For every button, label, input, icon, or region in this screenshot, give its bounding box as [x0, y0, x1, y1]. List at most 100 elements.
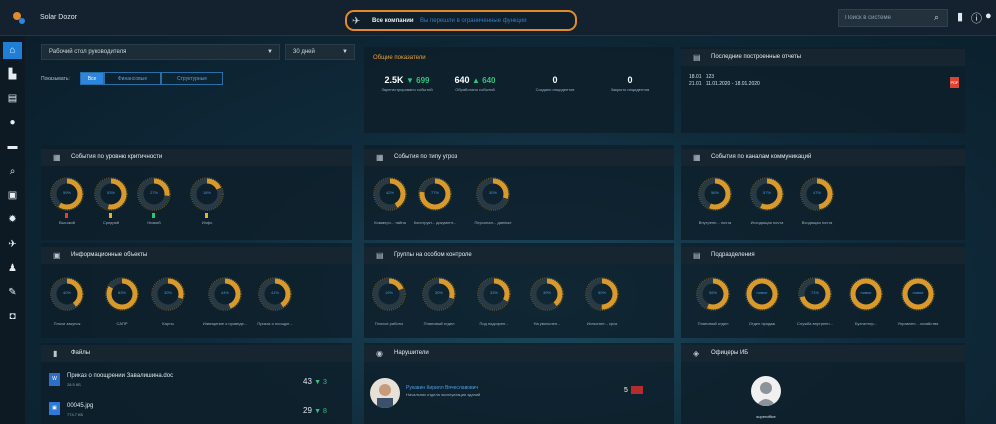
violator-name[interactable]: Рукавин Кирилл Вячеславович	[406, 385, 478, 391]
document-icon[interactable]: ▮	[957, 10, 963, 23]
donut-percent: 47%	[812, 190, 821, 195]
donut-label: Бухгалтер...	[854, 321, 878, 326]
donut-percent: 33%	[489, 290, 498, 295]
file-name[interactable]: 00045.jpg	[67, 403, 93, 409]
file-icon: ▮	[53, 349, 58, 358]
donut-label: Входящая почта	[801, 220, 833, 225]
report-name: 11.01.2020 - 18.01.2020	[705, 81, 760, 87]
donut-chart[interactable]: 44%	[208, 277, 242, 311]
kpi-value: 640	[454, 75, 470, 85]
donut-chart[interactable]: 71%	[798, 277, 832, 311]
word-doc-icon: W	[49, 373, 60, 386]
globe-icon: ●	[9, 117, 16, 128]
donut-chart[interactable]: 30%	[422, 277, 456, 311]
departments-header: ▤ Подразделения	[681, 247, 965, 264]
donut-percent: новое	[912, 290, 924, 295]
avatar[interactable]	[370, 378, 400, 408]
period-select[interactable]: 30 дней ▼	[285, 44, 355, 60]
chart-icon: ▦	[376, 153, 384, 162]
donut-chart[interactable]: 42%	[373, 177, 407, 211]
files-header: ▮ Файлы	[41, 345, 352, 362]
sidebar-item-policies[interactable]: ✎	[3, 284, 22, 301]
donut-chart[interactable]: 77%	[418, 177, 452, 211]
company-selector[interactable]: ✈ Все компании Вы перешли в ограниченные…	[345, 10, 577, 31]
donut-chart[interactable]: 59%	[50, 177, 84, 211]
kpi-title: Общие показатели	[373, 55, 426, 61]
sidebar-item-archive[interactable]: ◘	[3, 308, 22, 325]
donut-percent: 30%	[488, 190, 497, 195]
user-icon[interactable]: ●	[985, 10, 992, 22]
donut-percent: 53%	[106, 190, 115, 195]
user-icon: ♟	[8, 263, 17, 274]
donut-label: Приказ о поощре...	[257, 321, 293, 326]
file-count-value: 29	[303, 406, 312, 415]
sidebar-item-persons[interactable]: ▤	[3, 90, 22, 107]
search-input[interactable]	[839, 10, 929, 26]
sidebar-item-search[interactable]: ⌕	[3, 163, 22, 180]
report-row[interactable]: 21.01 11.01.2020 - 18.01.2020	[689, 81, 760, 87]
donut-chart[interactable]: 33%	[477, 277, 511, 311]
donut-chart[interactable]: новое	[849, 277, 883, 311]
donut-chart[interactable]: 30%	[476, 177, 510, 211]
top-bar: Solar Dozor ✈ Все компании Вы перешли в …	[0, 0, 996, 36]
donut-label: Конструкт... документ...	[413, 220, 457, 225]
restricted-mode-link[interactable]: Вы перешли в ограниченные функции	[420, 18, 527, 24]
satellite-icon: ✈	[352, 16, 361, 27]
donut-chart[interactable]: новое	[901, 277, 935, 311]
donut-chart[interactable]: 30%	[151, 277, 185, 311]
donut-percent: 71%	[810, 290, 819, 295]
kpi-processed: 640 ▲ 640 Обработано событий	[441, 75, 509, 92]
donut-chart[interactable]: 50%	[585, 277, 619, 311]
sidebar-item-web[interactable]: ●	[3, 114, 22, 131]
filter-structural[interactable]: Структурные	[161, 72, 223, 85]
help-icon[interactable]: ⓘ	[971, 10, 982, 26]
donut-chart[interactable]: 83%	[105, 277, 139, 311]
company-name[interactable]: Все компании	[372, 18, 414, 24]
donut-chart[interactable]: 40%	[50, 277, 84, 311]
file-count: 43 ▼ 3	[303, 377, 327, 386]
mail-icon: ▣	[7, 190, 18, 201]
report-row[interactable]: 18.01 123	[689, 74, 714, 80]
filter-label: Показывать:	[41, 76, 70, 82]
donut-chart[interactable]: 41%	[258, 277, 292, 311]
file-name[interactable]: Приказ о поощрении Завалишина.doc	[67, 373, 173, 379]
search-icon[interactable]: ⌕	[934, 12, 939, 23]
donut-label: Испытате... срок	[586, 321, 618, 326]
donut-label: Отдел продаж	[748, 321, 776, 326]
logo-icon[interactable]	[10, 9, 28, 27]
sidebar-item-monitor[interactable]: ▬	[3, 138, 22, 155]
donut-percent: новое	[860, 290, 872, 295]
sidebar-item-transfer[interactable]: ✈	[3, 236, 22, 253]
sidebar-item-home[interactable]: ⌂	[3, 42, 22, 59]
filter-financial[interactable]: Финансовые	[104, 72, 161, 85]
kpi-incidents-created: 0 Создано инцидентов	[521, 75, 589, 92]
search-icon: ⌕	[9, 166, 16, 177]
sidebar-item-settings[interactable]: ✹	[3, 211, 22, 228]
donut-chart[interactable]: 57%	[750, 177, 784, 211]
chart-icon: ▦	[53, 153, 61, 162]
donut-chart[interactable]: 19%	[372, 277, 406, 311]
donut-percent: 27%	[149, 190, 158, 195]
pdf-icon[interactable]: PDF	[950, 77, 959, 88]
reports-header: ▤ Последние построенные отчеты	[681, 49, 965, 66]
violator-bar	[631, 386, 643, 394]
sidebar-item-mail[interactable]: ▣	[3, 187, 22, 204]
sidebar: ⌂ ▙ ▤ ● ▬ ⌕ ▣ ✹ ✈ ♟ ✎ ◘	[0, 36, 25, 424]
donut-chart[interactable]: новое	[745, 277, 779, 311]
kpi-registered: 2.5K ▼ 699 Зарегистрировано событий	[373, 75, 441, 92]
donut-percent: 56%	[710, 190, 719, 195]
sidebar-item-organization[interactable]: ▙	[3, 66, 22, 83]
filter-all[interactable]: Все	[80, 72, 104, 85]
report-name: 123	[705, 74, 715, 80]
donut-chart[interactable]: 56%	[698, 177, 732, 211]
donut-chart[interactable]: 27%	[137, 177, 171, 211]
donut-chart[interactable]: 18%	[190, 177, 224, 211]
donut-chart[interactable]: 39%	[530, 277, 564, 311]
officer-name: superoffice	[756, 414, 776, 419]
donut-chart[interactable]: 47%	[800, 177, 834, 211]
donut-chart[interactable]: 56%	[696, 277, 730, 311]
donut-chart[interactable]: 53%	[94, 177, 128, 211]
dashboard-select[interactable]: Рабочий стол руководителя ▼	[41, 44, 280, 60]
sidebar-item-users[interactable]: ♟	[3, 260, 22, 277]
avatar[interactable]	[751, 376, 781, 406]
